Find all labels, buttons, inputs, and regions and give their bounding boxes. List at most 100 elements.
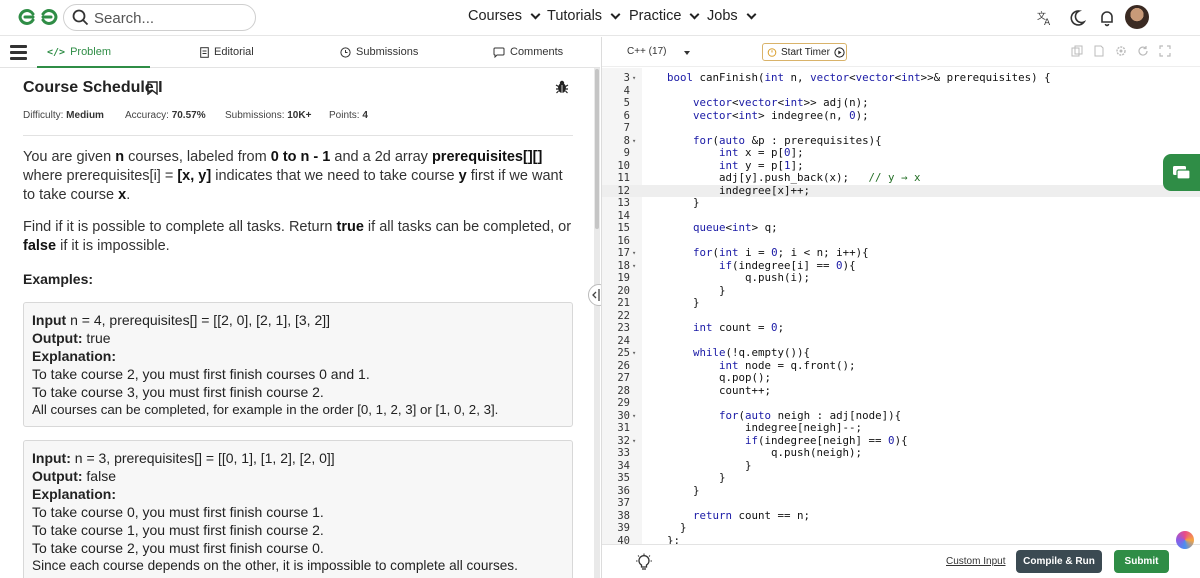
nav-practice-label: Practice [629, 8, 682, 24]
code-line[interactable]: 29 [602, 397, 1200, 410]
code-line[interactable]: 31 indegree[neigh]--; [602, 421, 1200, 435]
fold-arrow-icon[interactable]: ▾ [632, 72, 636, 85]
accuracy-value: 70.57% [171, 110, 206, 121]
avatar[interactable] [1125, 5, 1149, 29]
tab-problem[interactable]: </> Problem [47, 46, 111, 58]
code-line[interactable]: 33 q.push(neigh); [602, 446, 1200, 460]
code-line[interactable]: 11 adj[y].push_back(x); // y → x [602, 171, 1200, 185]
explanation-line: To take course 0, you must first finish … [32, 504, 324, 520]
fold-arrow-icon[interactable]: ▾ [632, 260, 636, 273]
code-line[interactable]: 36 } [602, 483, 1200, 498]
file-icon[interactable] [1093, 45, 1105, 57]
language-select[interactable]: C++ (17) [619, 43, 697, 61]
caret-down-icon [684, 51, 690, 55]
explanation-line: To take course 1, you must first finish … [32, 522, 324, 538]
code-line[interactable]: 38 return count == n; [602, 508, 1200, 523]
line-number: 8 [623, 134, 630, 147]
example-2: Input: n = 3, prerequisites[] = [[0, 1],… [23, 440, 573, 578]
lightbulb-icon[interactable] [635, 553, 653, 571]
ai-assistant-icon[interactable] [1176, 531, 1194, 549]
nav-jobs[interactable]: Jobs [707, 8, 757, 24]
reset-icon[interactable] [1137, 45, 1149, 57]
submissions-label: Submissions: [225, 110, 285, 121]
code-line[interactable]: 39 } [602, 521, 1200, 535]
tab-editorial[interactable]: Editorial [200, 46, 254, 58]
explanation-line: Since each course depends on the other, … [32, 558, 518, 573]
chevron-down-icon [530, 9, 541, 19]
points-value: 4 [362, 110, 368, 121]
code-line[interactable]: 37 [602, 497, 1200, 510]
chat-button[interactable] [1163, 154, 1200, 191]
code-text: } [667, 196, 700, 209]
code-line[interactable]: 7 [602, 122, 1200, 135]
gfg-logo-icon[interactable] [18, 7, 58, 27]
editor-toolbar: C++ (17) Start Timer [602, 37, 1200, 67]
nav-courses[interactable]: Courses [468, 8, 541, 24]
translate-icon[interactable]: 文A [1036, 9, 1054, 27]
line-number: 27 [617, 372, 630, 384]
difficulty-label: Difficulty: [23, 110, 64, 121]
line-number: 14 [617, 209, 630, 222]
code-text: vector<int> indegree(n, 0); [693, 108, 869, 122]
explanation-line: To take course 2, you must first finish … [32, 540, 324, 556]
line-number: 18 [617, 259, 630, 272]
search-box[interactable]: Search... [63, 4, 256, 31]
bookmark-icon[interactable] [147, 81, 158, 95]
problem-description: You are given n courses, labeled from 0 … [23, 149, 563, 203]
start-timer-button[interactable]: Start Timer [762, 43, 847, 61]
tab-submissions[interactable]: Submissions [340, 46, 418, 58]
custom-input-link[interactable]: Custom Input [946, 556, 1005, 567]
line-number: 29 [617, 397, 630, 409]
code-line[interactable]: 27 q.pop(); [602, 371, 1200, 385]
settings-icon[interactable] [1115, 45, 1127, 57]
nav-practice[interactable]: Practice [629, 8, 700, 24]
code-line[interactable]: 15 queue<int> q; [602, 221, 1200, 235]
chevron-down-icon [746, 9, 757, 19]
search-input[interactable]: Search... [94, 10, 154, 27]
tab-comments[interactable]: Comments [493, 46, 563, 58]
code-text: } [667, 483, 700, 497]
chevron-down-icon [689, 9, 700, 19]
code-line[interactable]: 25 ▾ while(!q.empty()){ [602, 346, 1200, 360]
tab-comments-label: Comments [510, 46, 564, 58]
difficulty: Difficulty: Medium [23, 110, 104, 121]
line-number: 7 [623, 122, 630, 134]
fold-arrow-icon[interactable]: ▾ [632, 135, 636, 148]
dark-mode-icon[interactable] [1068, 9, 1086, 27]
copy-icon[interactable] [1071, 45, 1083, 57]
menu-icon[interactable] [10, 45, 27, 60]
line-number: 33 [617, 447, 630, 459]
code-line[interactable]: 5 vector<vector<int>> adj(n); [602, 96, 1200, 110]
fold-arrow-icon[interactable]: ▾ [632, 347, 636, 360]
code-line[interactable]: 35 } [602, 471, 1200, 485]
fold-arrow-icon[interactable]: ▾ [632, 435, 636, 448]
chevron-down-icon [610, 9, 621, 19]
code-text: q.push(i); [667, 271, 811, 284]
fold-arrow-icon[interactable]: ▾ [632, 247, 636, 260]
code-text: return count == n; [693, 508, 811, 522]
submit-button[interactable]: Submit [1114, 550, 1169, 573]
line-number: 24 [617, 334, 630, 347]
bug-icon[interactable] [555, 80, 569, 94]
code-line[interactable]: 21 } [602, 296, 1200, 310]
fullscreen-icon[interactable] [1159, 45, 1171, 57]
code-line[interactable]: 19 q.push(i); [602, 271, 1200, 285]
nav-tutorials[interactable]: Tutorials [547, 8, 621, 24]
line-number: 31 [617, 422, 630, 434]
compile-run-button[interactable]: Compile & Run [1016, 550, 1102, 573]
line-number: 13 [617, 197, 630, 209]
code-line[interactable]: 17 ▾ for(int i = 0; i < n; i++){ [602, 246, 1200, 260]
fold-arrow-icon[interactable]: ▾ [632, 410, 636, 423]
code-line[interactable]: 23 int count = 0; [602, 321, 1200, 335]
bell-icon[interactable] [1098, 9, 1116, 27]
code-line[interactable]: 28 count++; [602, 384, 1200, 398]
line-number: 11 [617, 172, 630, 184]
code-line[interactable]: 3 ▾ bool canFinish(int n, vector<vector<in… [602, 71, 1200, 85]
line-number: 30 [617, 409, 630, 422]
code-line[interactable]: 6 vector<int> indegree(n, 0); [602, 108, 1200, 123]
code-line[interactable]: 9 int x = p[0]; [602, 146, 1200, 160]
scrollbar-thumb[interactable] [595, 69, 599, 229]
code-line[interactable]: 13 } [602, 196, 1200, 210]
chat-icon [1173, 166, 1191, 180]
code-editor[interactable]: 3 ▾ bool canFinish(int n, vector<vector<in… [602, 68, 1200, 547]
